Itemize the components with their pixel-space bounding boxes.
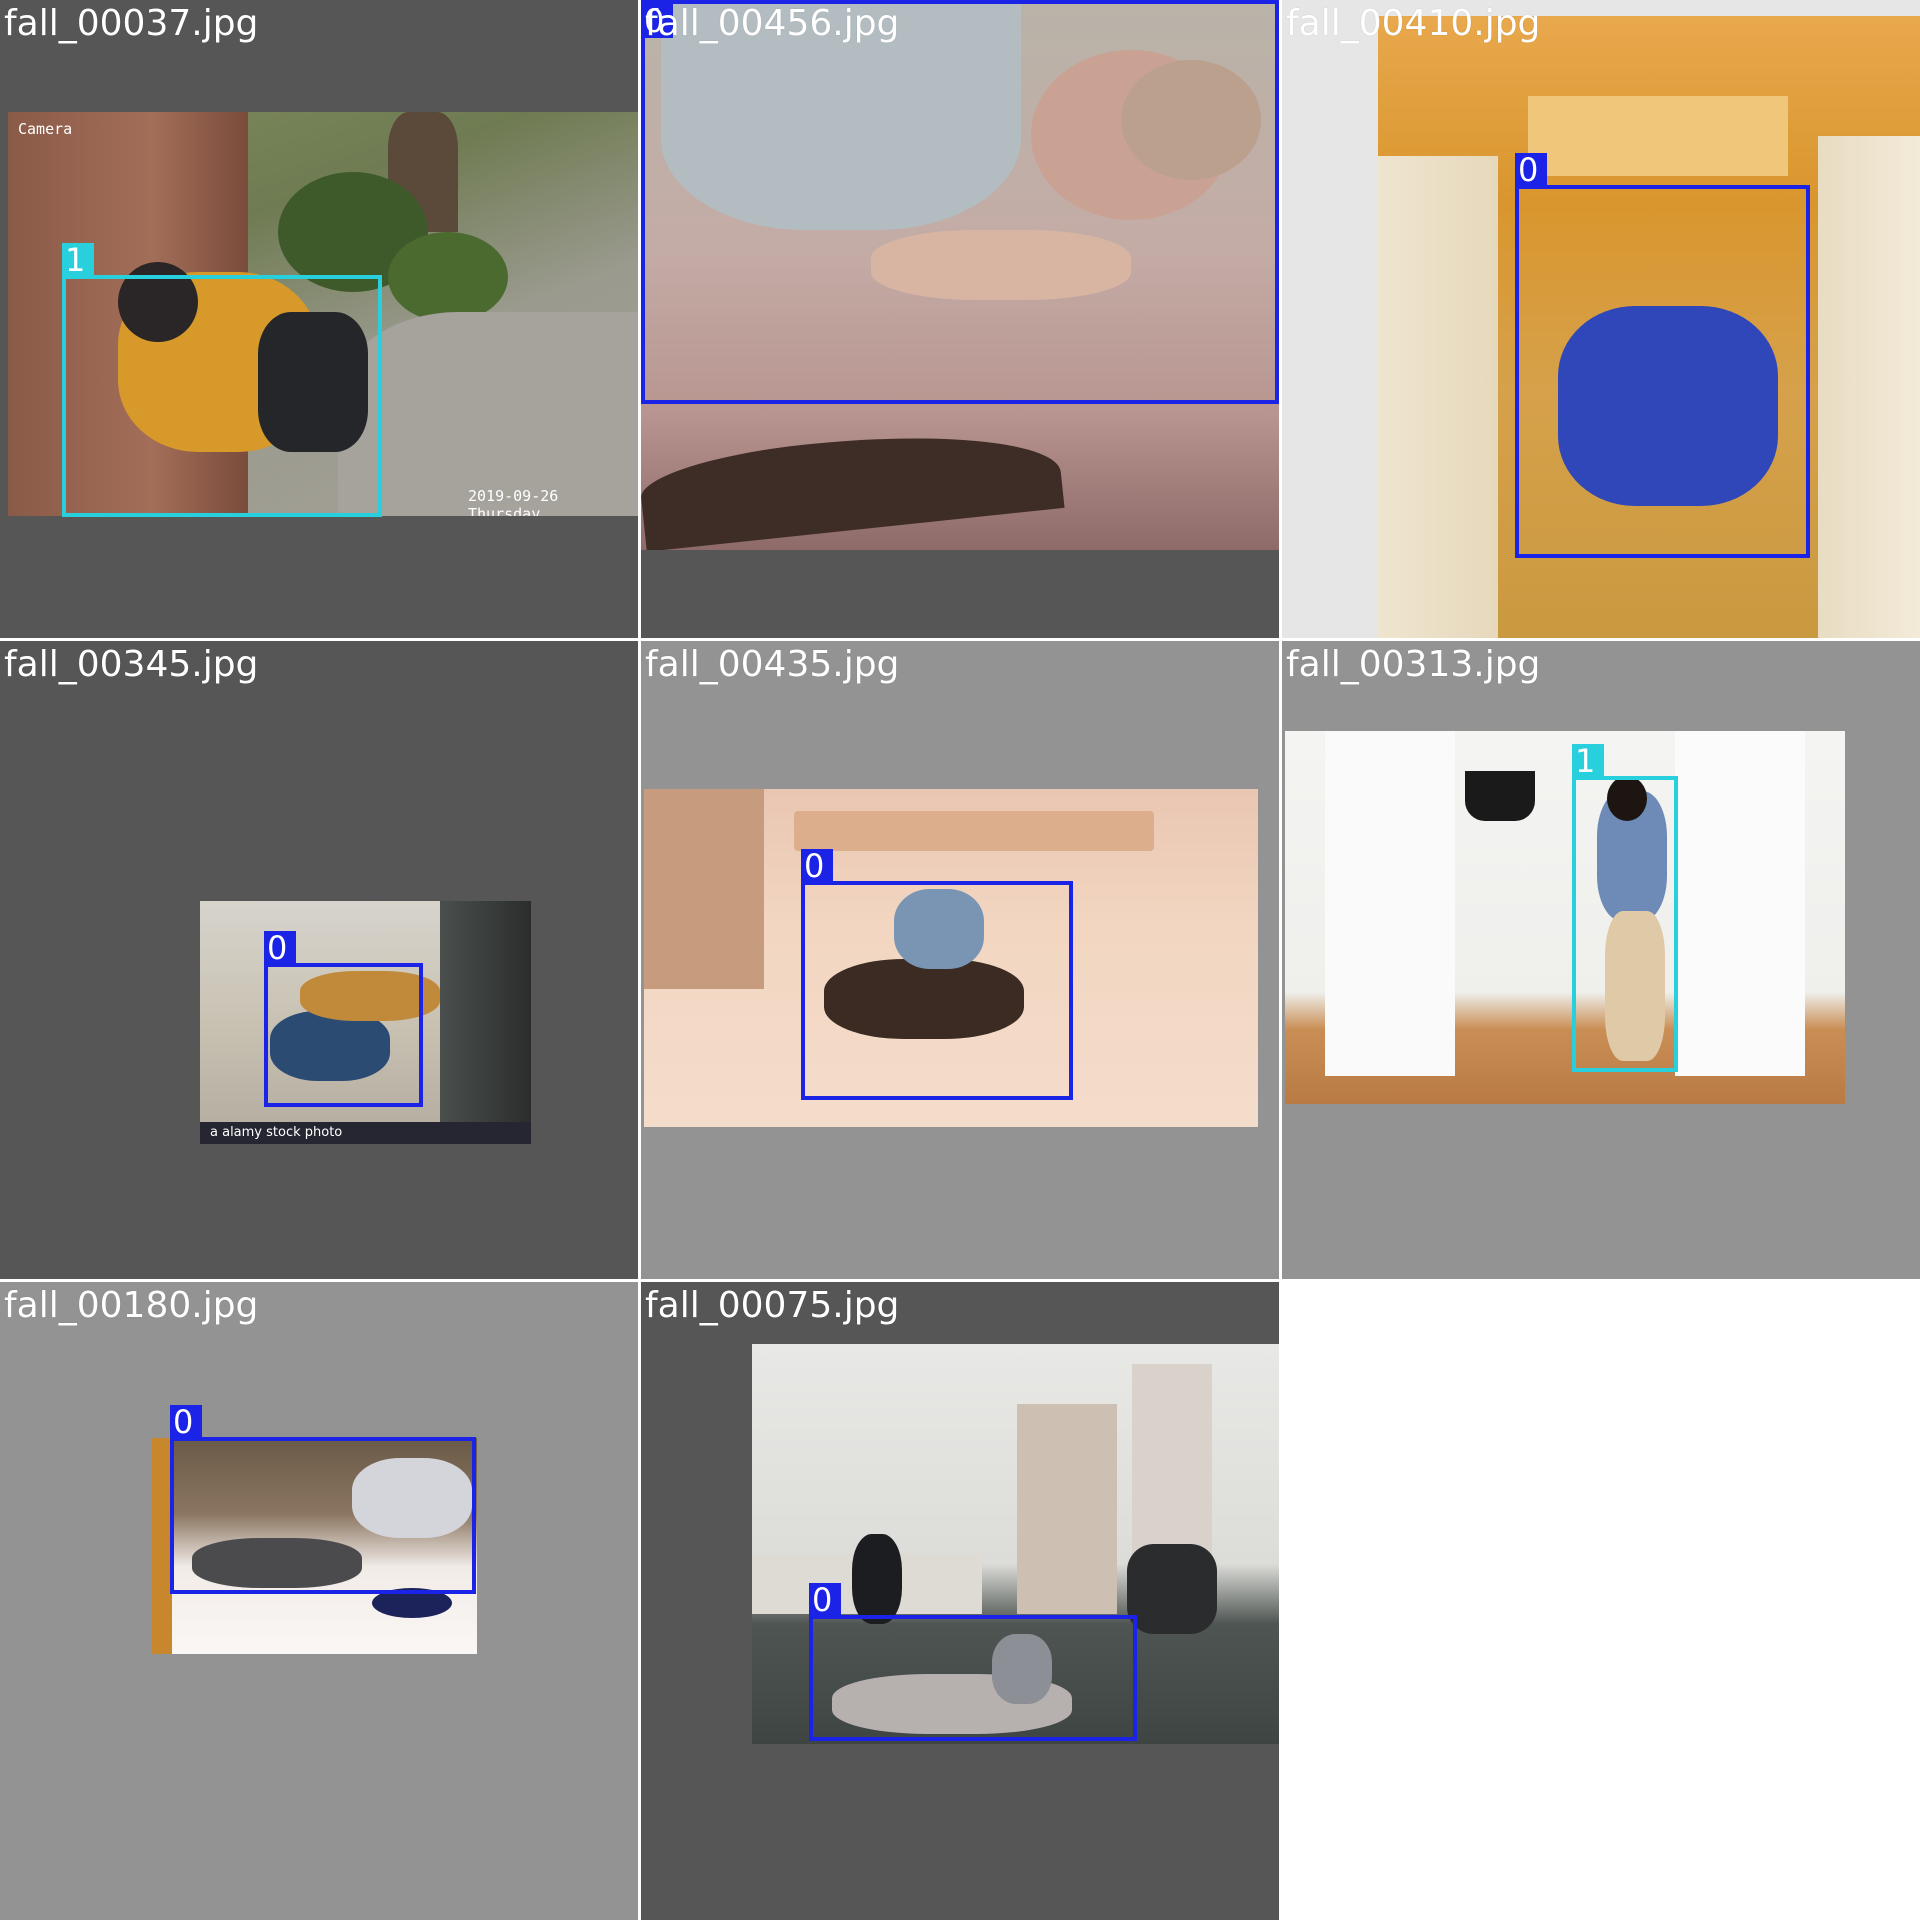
bbox-label: 0 bbox=[801, 849, 833, 883]
tile-fall-00410: 0 fall_00410.jpg bbox=[1282, 0, 1920, 638]
bbox-class-0: 0 bbox=[1515, 153, 1810, 558]
tile-filename: fall_00313.jpg bbox=[1286, 644, 1541, 685]
stock-watermark: a alamy stock photo bbox=[200, 1122, 531, 1144]
empty-tile bbox=[1282, 1282, 1920, 1920]
bbox-label: 0 bbox=[170, 1405, 202, 1439]
tile-filename: fall_00180.jpg bbox=[4, 1285, 259, 1326]
tile-filename: fall_00345.jpg bbox=[4, 644, 259, 685]
timestamp-watermark: 2019-09-26 Thursday bbox=[468, 487, 559, 516]
tile-fall-00345: a alamy stock photo 0 fall_00345.jpg bbox=[0, 641, 638, 1279]
image-mosaic-grid: Camera 2019-09-26 Thursday 1 fall_00037.… bbox=[0, 0, 1920, 1920]
tile-fall-00435: 0 fall_00435.jpg bbox=[641, 641, 1279, 1279]
bbox-class-0: 0 bbox=[809, 1583, 1137, 1741]
tile-fall-00180: 0 fall_00180.jpg bbox=[0, 1282, 638, 1920]
tile-filename: fall_00435.jpg bbox=[645, 644, 900, 685]
bbox-label: 0 bbox=[809, 1583, 841, 1617]
bbox-class-0: 0 bbox=[264, 931, 423, 1107]
tile-fall-00456: 0 fall_00456.jpg bbox=[641, 0, 1279, 638]
tile-fall-00313: 1 fall_00313.jpg bbox=[1282, 641, 1920, 1279]
tile-filename: fall_00410.jpg bbox=[1286, 3, 1541, 44]
camera-watermark: Camera bbox=[18, 120, 73, 138]
tile-filename: fall_00075.jpg bbox=[645, 1285, 900, 1326]
bbox-class-0: 0 bbox=[641, 0, 1279, 404]
tile-fall-00037: Camera 2019-09-26 Thursday 1 fall_00037.… bbox=[0, 0, 638, 638]
bbox-class-0: 0 bbox=[801, 849, 1073, 1100]
bbox-label: 1 bbox=[1572, 744, 1604, 778]
bbox-label: 0 bbox=[264, 931, 296, 965]
photo bbox=[1285, 731, 1845, 1104]
bbox-class-1: 1 bbox=[62, 243, 382, 517]
bbox-label: 1 bbox=[62, 243, 94, 277]
tile-filename: fall_00456.jpg bbox=[645, 3, 900, 44]
bbox-class-1: 1 bbox=[1572, 744, 1678, 1072]
tile-fall-00075: 0 fall_00075.jpg bbox=[641, 1282, 1279, 1920]
tile-filename: fall_00037.jpg bbox=[4, 3, 259, 44]
bbox-class-0: 0 bbox=[170, 1405, 476, 1594]
bbox-label: 0 bbox=[1515, 153, 1547, 187]
